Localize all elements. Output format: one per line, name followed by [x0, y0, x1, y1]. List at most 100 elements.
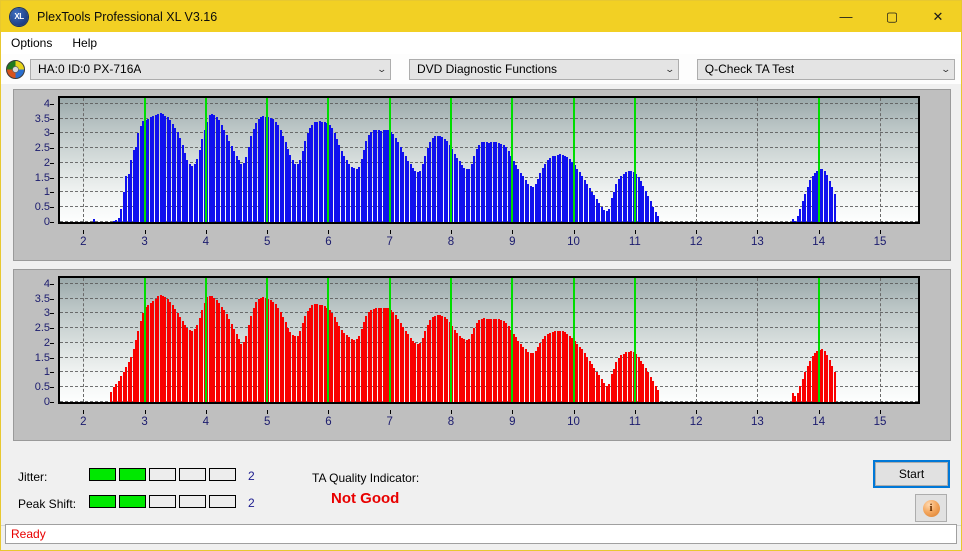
close-icon[interactable]: ✕	[915, 1, 961, 32]
disc-icon	[6, 59, 25, 79]
x-axis-label: 11	[628, 416, 641, 428]
x-axis-tick	[83, 230, 85, 234]
grid-line	[83, 278, 85, 402]
grid-line	[60, 132, 918, 134]
y-axis-tick	[50, 222, 54, 223]
grid-line	[757, 98, 759, 222]
x-axis-tick	[205, 230, 207, 234]
maximize-icon[interactable]: ▢	[869, 1, 915, 32]
x-axis-label: 9	[509, 416, 516, 428]
jitter-chart-x-axis: 2 3 4 5 6 7 8 9 10 11 12 13 14 15	[58, 230, 920, 250]
chart-bar	[833, 193, 836, 222]
y-axis-tick	[50, 313, 54, 315]
x-axis-tick	[83, 410, 85, 414]
grid-line	[696, 98, 698, 222]
x-axis-label: 7	[386, 416, 393, 428]
peakshift-chart-x-axis: 2 3 4 5 6 7 8 9 10 11 12 13 14 15	[58, 410, 920, 430]
x-axis-tick	[634, 230, 636, 234]
x-axis-label: 14	[812, 236, 826, 248]
x-axis-tick	[451, 230, 452, 234]
x-axis-label: 5	[263, 416, 271, 428]
x-axis-tick	[818, 230, 820, 234]
track-marker	[450, 98, 452, 222]
track-marker	[266, 98, 269, 222]
jitter-value: 2	[248, 469, 255, 483]
y-axis-tick	[50, 298, 54, 300]
x-axis-tick	[267, 410, 269, 414]
function-select[interactable]: DVD Diagnostic Functions ⌄	[408, 58, 679, 80]
jitter-chart-panel: 0 0.5 1 1.5 2 2.5 3 3.5 4 2 3 4 5 6 7 8 9 10 11 12 13 14 15	[13, 89, 951, 261]
x-axis-tick	[573, 410, 575, 414]
jitter-chart-y-axis: 0 0.5 1 1.5 2 2.5 3 3.5 4	[14, 90, 54, 230]
x-axis-tick	[757, 410, 759, 414]
track-marker	[327, 278, 330, 402]
y-axis-tick	[50, 357, 54, 359]
track-marker	[143, 278, 146, 402]
x-axis-label: 12	[689, 416, 703, 428]
menu-item-options[interactable]: Options	[9, 35, 61, 51]
x-axis-label: 13	[751, 236, 764, 248]
track-marker	[204, 278, 207, 402]
info-button[interactable]: i	[915, 494, 947, 522]
track-marker	[388, 98, 391, 222]
x-axis-label: 15	[873, 416, 887, 428]
x-axis-label: 12	[689, 236, 703, 248]
start-button[interactable]: Start	[873, 460, 950, 488]
x-axis-label: 8	[447, 236, 455, 248]
peak-shift-label: Peak Shift:	[18, 497, 77, 511]
track-marker	[511, 98, 514, 222]
meter-segment	[179, 495, 206, 508]
y-axis-label: 2.5	[34, 322, 50, 335]
x-axis-tick	[389, 410, 391, 414]
y-axis-label: 3.5	[34, 112, 50, 125]
x-axis-label: 9	[509, 236, 516, 248]
app-logo-icon: XL	[10, 7, 28, 26]
track-marker	[450, 278, 452, 402]
x-axis-label: 13	[751, 416, 764, 428]
y-axis-tick	[50, 387, 54, 389]
track-marker	[633, 98, 636, 222]
x-axis-label: 3	[141, 236, 148, 248]
x-axis-label: 4	[202, 236, 210, 248]
minimize-icon[interactable]: —	[823, 1, 869, 32]
grid-line	[880, 98, 881, 222]
chart-bar	[657, 216, 660, 222]
info-icon: i	[922, 499, 940, 517]
x-axis-tick	[512, 410, 514, 414]
x-axis-tick	[696, 230, 698, 234]
title-bar: XL PlexTools Professional XL V3.16 — ▢ ✕	[1, 1, 961, 32]
x-axis-tick	[144, 230, 146, 234]
grid-line	[60, 282, 918, 284]
grid-line	[60, 297, 918, 299]
x-axis-tick	[144, 410, 146, 414]
x-axis-label: 2	[80, 416, 87, 428]
meter-segment	[179, 468, 206, 481]
results-area: Jitter: 2 Peak Shift: 2	[1, 447, 961, 525]
test-select-value: Q-Check TA Test	[704, 62, 795, 76]
meter-segment	[149, 495, 176, 508]
x-axis-tick	[267, 230, 269, 234]
meter-segment	[209, 495, 236, 508]
grid-line	[757, 278, 759, 402]
chart-bar	[93, 219, 96, 222]
peak-shift-meter	[89, 495, 236, 508]
x-axis-tick	[389, 230, 391, 234]
meter-segment	[209, 468, 236, 481]
x-axis-label: 2	[80, 236, 87, 248]
y-axis-tick	[50, 148, 54, 150]
x-axis-tick	[328, 230, 330, 234]
meter-segment	[149, 468, 176, 481]
status-text: Ready	[11, 527, 46, 541]
x-axis-tick	[205, 410, 207, 414]
drive-select[interactable]: HA:0 ID:0 PX-716A ⌄	[30, 58, 391, 80]
track-marker	[572, 278, 575, 402]
track-marker	[511, 278, 514, 402]
test-select[interactable]: Q-Check TA Test ⌄	[696, 58, 956, 80]
x-axis-tick	[818, 410, 820, 414]
menu-item-help[interactable]: Help	[70, 35, 106, 51]
jitter-label: Jitter:	[18, 470, 48, 484]
x-axis-label: 7	[386, 236, 393, 248]
x-axis-label: 6	[325, 416, 332, 428]
meter-segment	[89, 495, 116, 508]
menu-bar: Options Help	[1, 32, 961, 54]
